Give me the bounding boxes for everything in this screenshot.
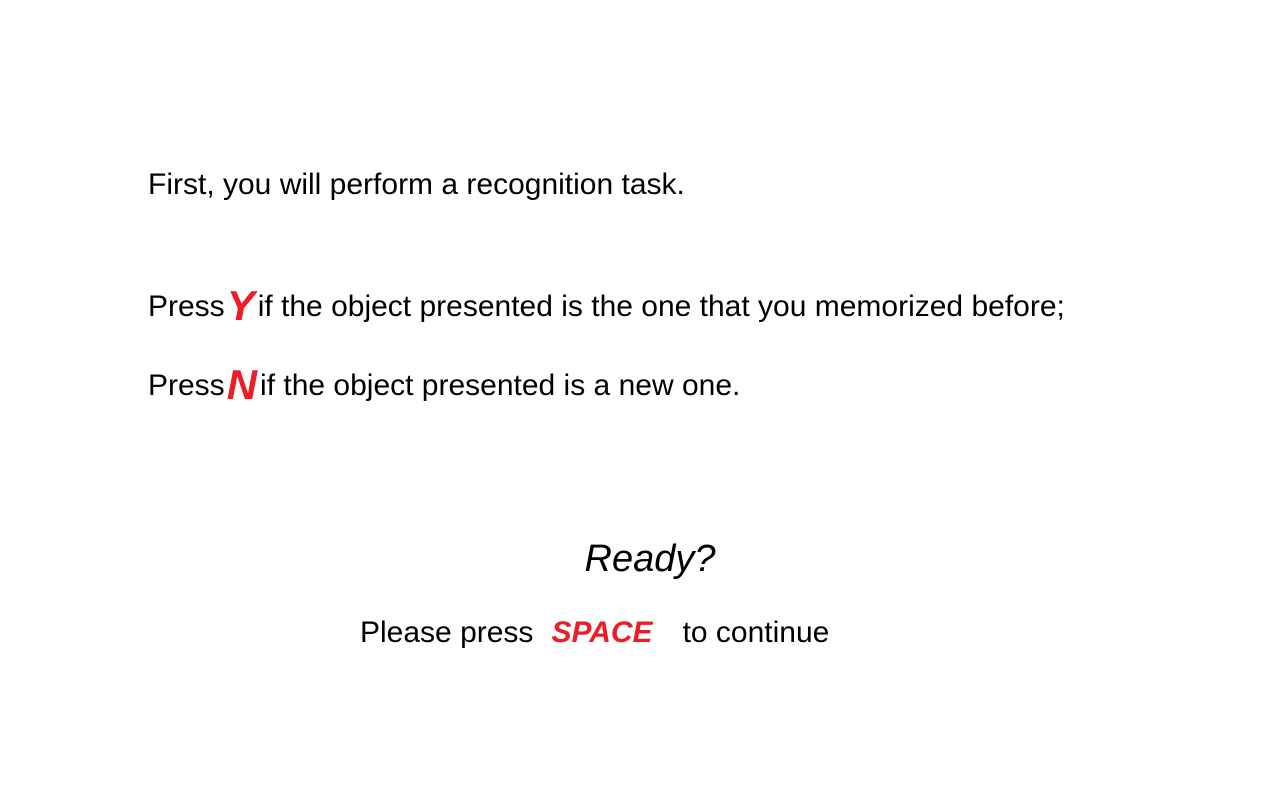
continue-prefix: Please press	[360, 616, 534, 649]
ready-prompt: Ready?	[584, 538, 716, 580]
key-space: SPACE	[551, 616, 653, 649]
intro-text: First, you will perform a recognition ta…	[148, 168, 685, 201]
instruction-yes: PressY if the object presented is the one…	[148, 282, 1065, 330]
continue-prompt: Please press SPACE to continue	[360, 616, 829, 650]
press-label: Press	[148, 369, 225, 402]
key-n: N	[226, 361, 258, 408]
instruction-text: if the object presented is the one that …	[257, 290, 1065, 323]
instruction-text: if the object presented is a new one.	[260, 369, 741, 402]
key-y: Y	[226, 282, 255, 329]
press-label: Press	[148, 290, 225, 323]
continue-suffix: to continue	[682, 616, 830, 649]
instruction-no: PressN if the object presented is a new o…	[148, 361, 740, 409]
